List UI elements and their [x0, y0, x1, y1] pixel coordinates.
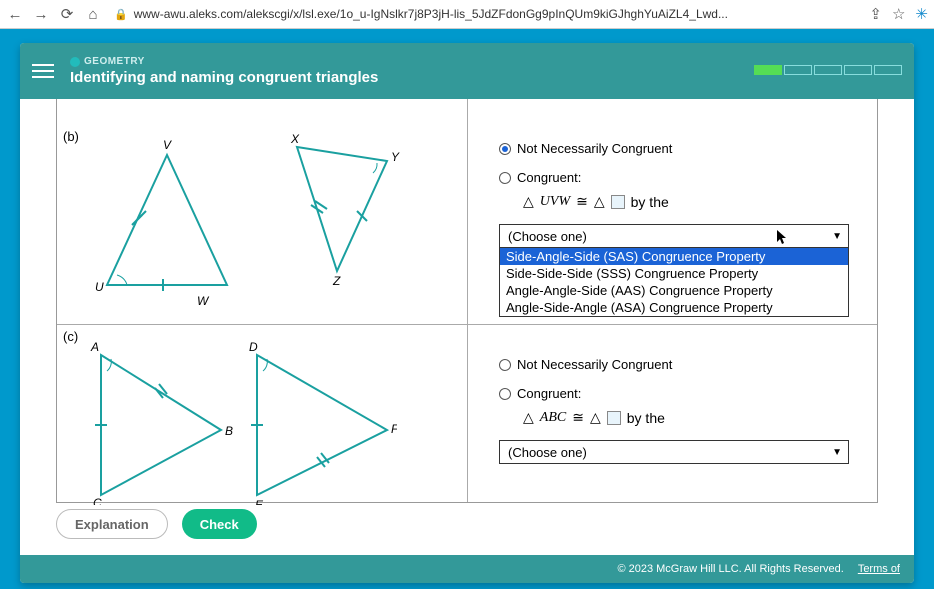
radio-label: Congruent:: [517, 170, 581, 185]
app-header: GEOMETRY Identifying and naming congruen…: [20, 43, 914, 99]
congruence-statement-b: △ UVW ≅ △ by the: [523, 193, 861, 210]
reason-dropdown-c[interactable]: (Choose one) ▼: [499, 440, 849, 464]
progress-bar: [754, 65, 902, 75]
reason-dropdown-b[interactable]: (Choose one) ▼ Side-Angle-Side (SAS) Con…: [499, 224, 849, 248]
page-title: Identifying and naming congruent triangl…: [70, 69, 378, 86]
home-icon[interactable]: ⌂: [84, 6, 102, 23]
radio-label: Not Necessarily Congruent: [517, 141, 672, 156]
check-button[interactable]: Check: [182, 509, 257, 539]
triangle-name-input[interactable]: [607, 411, 621, 425]
content-area: ⌄ (b): [20, 99, 914, 583]
vertex-w: W: [197, 294, 210, 305]
triangle-name-left: ABC: [540, 410, 566, 426]
radio-dot-icon: [499, 359, 511, 371]
triangle-symbol: △: [523, 193, 534, 210]
app-panel: GEOMETRY Identifying and naming congruen…: [20, 43, 914, 583]
dropdown-list: Side-Angle-Side (SAS) Congruence Propert…: [499, 248, 849, 317]
problem-c: (c) A B C: [57, 325, 877, 515]
triangle-name-left: UVW: [540, 194, 570, 210]
vertex-e: E: [255, 498, 264, 505]
vertex-a: A: [90, 340, 99, 354]
copyright-text: © 2023 McGraw Hill LLC. All Rights Reser…: [617, 563, 843, 575]
answers-b: Not Necessarily Congruent Congruent: △ U…: [467, 125, 877, 325]
vertex-z: Z: [332, 274, 341, 288]
triangle-symbol: △: [594, 193, 605, 210]
explanation-button[interactable]: Explanation: [56, 509, 168, 539]
url-text: www-awu.aleks.com/alekscgi/x/lsl.exe/1o_…: [134, 7, 728, 21]
dropdown-option-asa[interactable]: Angle-Side-Angle (ASA) Congruence Proper…: [500, 299, 848, 316]
by-the-label: by the: [631, 194, 669, 210]
figures-c: A B C D E F: [57, 325, 467, 515]
problem-b: (b) V U: [57, 125, 877, 325]
category-label: GEOMETRY: [70, 56, 378, 67]
vertex-d: D: [249, 340, 258, 354]
radio-label: Congruent:: [517, 386, 581, 401]
worksheet: (b) V U: [56, 99, 878, 503]
congruent-symbol: ≅: [572, 409, 584, 426]
dropdown-button[interactable]: (Choose one) ▼: [499, 224, 849, 248]
reload-icon[interactable]: ⟳: [58, 5, 76, 23]
congruent-symbol: ≅: [576, 193, 588, 210]
caret-down-icon: ▼: [832, 231, 842, 242]
back-icon[interactable]: ←: [6, 6, 24, 23]
caret-down-icon: ▼: [832, 447, 842, 458]
footer: © 2023 McGraw Hill LLC. All Rights Reser…: [20, 555, 914, 583]
terms-link[interactable]: Terms of: [858, 563, 900, 575]
vertex-x: X: [290, 132, 300, 146]
radio-dot-icon: [499, 143, 511, 155]
triangle-def: D E F: [227, 335, 397, 505]
dropdown-value: (Choose one): [508, 229, 587, 244]
stage: GEOMETRY Identifying and naming congruen…: [0, 29, 934, 589]
radio-dot-icon: [499, 388, 511, 400]
lock-icon: 🔒: [114, 8, 128, 21]
star-icon[interactable]: ☆: [892, 5, 905, 23]
answers-c: Not Necessarily Congruent Congruent: △ A…: [467, 325, 877, 515]
radio-dot-icon: [499, 172, 511, 184]
radio-not-congruent-c[interactable]: Not Necessarily Congruent: [499, 357, 861, 372]
forward-icon[interactable]: →: [32, 6, 50, 23]
share-icon[interactable]: ⇪: [869, 5, 882, 23]
triangle-uvw: V U W: [77, 135, 257, 305]
radio-congruent-b[interactable]: Congruent:: [499, 170, 861, 185]
menu-icon[interactable]: [32, 64, 54, 78]
vertex-u: U: [95, 280, 104, 294]
radio-congruent-c[interactable]: Congruent:: [499, 386, 861, 401]
vertex-c: C: [93, 496, 102, 505]
button-row: Explanation Check: [56, 509, 257, 539]
vertex-y: Y: [391, 150, 400, 164]
triangle-name-input[interactable]: [611, 195, 625, 209]
congruence-statement-c: △ ABC ≅ △ by the: [523, 409, 861, 426]
figures-b: V U W X Y Z: [57, 125, 467, 325]
extension-icon[interactable]: ✳: [915, 5, 928, 23]
radio-not-congruent-b[interactable]: Not Necessarily Congruent: [499, 141, 861, 156]
dropdown-value: (Choose one): [508, 445, 587, 460]
dropdown-option-sas[interactable]: Side-Angle-Side (SAS) Congruence Propert…: [500, 248, 848, 265]
triangle-xyz: X Y Z: [247, 131, 417, 301]
address-bar[interactable]: 🔒 www-awu.aleks.com/alekscgi/x/lsl.exe/1…: [110, 3, 861, 25]
dropdown-button[interactable]: (Choose one) ▼: [499, 440, 849, 464]
triangle-symbol: △: [523, 409, 534, 426]
radio-label: Not Necessarily Congruent: [517, 357, 672, 372]
dropdown-option-aas[interactable]: Angle-Angle-Side (AAS) Congruence Proper…: [500, 282, 848, 299]
triangle-symbol: △: [590, 409, 601, 426]
vertex-f: F: [391, 422, 397, 436]
vertex-v: V: [163, 138, 172, 152]
browser-chrome: ← → ⟳ ⌂ 🔒 www-awu.aleks.com/alekscgi/x/l…: [0, 0, 934, 29]
by-the-label: by the: [627, 410, 665, 426]
dropdown-option-sss[interactable]: Side-Side-Side (SSS) Congruence Property: [500, 265, 848, 282]
triangle-abc: A B C: [81, 335, 251, 505]
